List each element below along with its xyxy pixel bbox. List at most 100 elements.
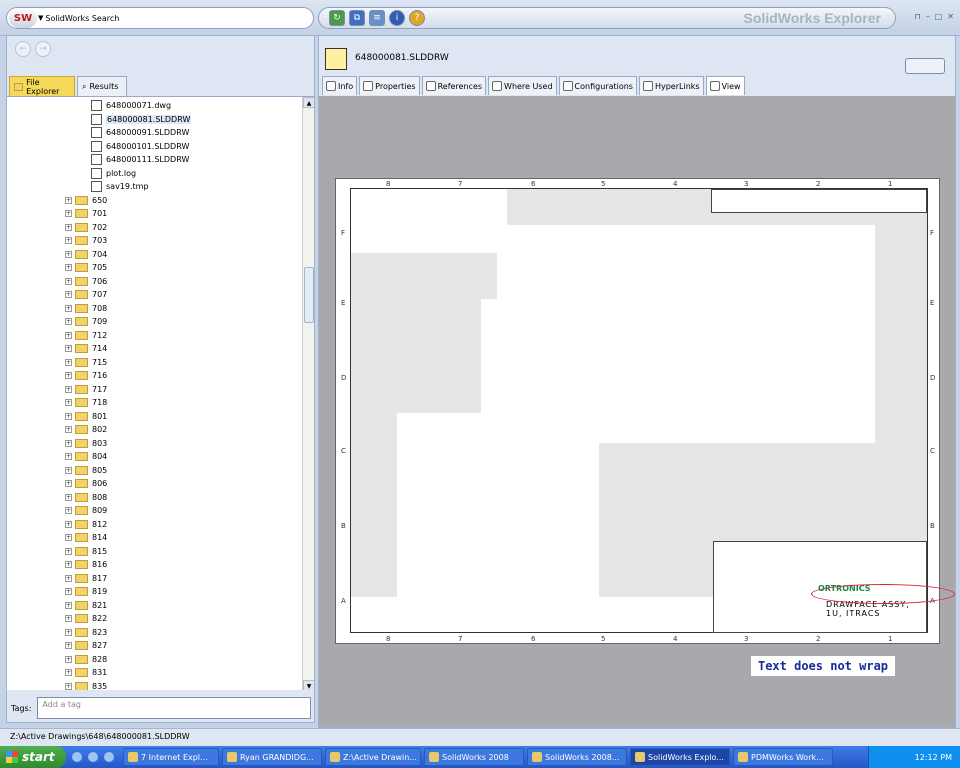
list-item[interactable]: 648000091.SLDDRW (91, 126, 189, 139)
list-item[interactable]: plot.log (91, 167, 136, 180)
taskbar-item[interactable]: SolidWorks Explo... (630, 748, 730, 766)
scroll-thumb[interactable] (304, 267, 314, 323)
list-item[interactable]: +802 (65, 423, 107, 436)
expand-icon[interactable]: + (65, 264, 72, 271)
list-item[interactable]: +819 (65, 585, 107, 598)
expand-icon[interactable]: + (65, 480, 72, 487)
tab-file-explorer[interactable]: File Explorer (9, 76, 75, 96)
scroll-down-icon[interactable]: ▼ (303, 680, 314, 690)
quicklaunch-icon[interactable] (72, 752, 82, 762)
expand-icon[interactable]: + (65, 223, 72, 231)
list-item[interactable]: +814 (65, 531, 107, 544)
expand-icon[interactable]: + (65, 385, 72, 393)
desktop-icon[interactable] (104, 752, 114, 762)
tab-references[interactable]: References (421, 76, 487, 95)
minimize-icon[interactable]: – (926, 12, 930, 21)
expand-icon[interactable]: + (65, 682, 72, 690)
solidworks-logo-icon[interactable]: SW (9, 8, 37, 28)
list-item[interactable]: +823 (65, 626, 107, 639)
list-item[interactable]: +812 (65, 518, 107, 531)
expand-icon[interactable]: + (65, 561, 72, 568)
maximize-icon[interactable]: □ (935, 12, 943, 21)
expand-icon[interactable]: + (65, 547, 72, 555)
list-item[interactable]: +712 (65, 329, 107, 342)
ie-icon[interactable] (88, 752, 98, 762)
expand-icon[interactable]: + (65, 507, 72, 514)
list-item[interactable]: +650 (65, 194, 107, 207)
list-item[interactable]: +715 (65, 356, 107, 369)
list-item[interactable]: +815 (65, 545, 107, 558)
chevron-down-icon[interactable]: ▼ (38, 14, 43, 22)
expand-icon[interactable]: + (65, 574, 72, 582)
list-item[interactable]: +801 (65, 410, 107, 423)
list-item[interactable]: +827 (65, 639, 107, 652)
expand-icon[interactable]: + (65, 628, 72, 636)
restore-icon[interactable]: ⊓ (914, 12, 920, 21)
expand-icon[interactable]: + (65, 210, 72, 217)
list-item[interactable]: +821 (65, 599, 107, 612)
expand-icon[interactable]: + (65, 588, 72, 595)
expand-icon[interactable]: + (65, 331, 72, 339)
info-icon[interactable]: i (389, 10, 405, 26)
list-item[interactable]: +828 (65, 653, 107, 666)
list-item[interactable]: +835 (65, 680, 107, 690)
start-button[interactable]: start (0, 746, 66, 768)
list-item[interactable]: 648000081.SLDDRW (91, 113, 192, 126)
expand-icon[interactable]: + (65, 250, 72, 258)
expand-icon[interactable]: + (65, 520, 72, 528)
list-item[interactable]: +716 (65, 369, 107, 382)
list-item[interactable]: 648000111.SLDDRW (91, 153, 189, 166)
list-item[interactable]: +704 (65, 248, 107, 261)
list-item[interactable]: +705 (65, 261, 107, 274)
expand-icon[interactable]: + (65, 291, 72, 298)
expand-icon[interactable]: + (65, 196, 72, 204)
expand-icon[interactable]: + (65, 439, 72, 447)
forward-icon[interactable]: → (35, 41, 51, 57)
expand-icon[interactable]: + (65, 372, 72, 379)
taskbar-item[interactable]: SolidWorks 2008 (424, 748, 524, 766)
expand-icon[interactable]: + (65, 237, 72, 244)
list-item[interactable]: +703 (65, 234, 107, 247)
tab-configurations[interactable]: Configurations (558, 76, 637, 95)
list-item[interactable]: +805 (65, 464, 107, 477)
expand-icon[interactable]: + (65, 655, 72, 663)
taskbar-item[interactable]: PDMWorks Work... (733, 748, 833, 766)
list-item[interactable]: +714 (65, 342, 107, 355)
expand-icon[interactable]: + (65, 358, 72, 366)
view-toggle-button[interactable] (905, 58, 945, 74)
expand-icon[interactable]: + (65, 304, 72, 312)
options-icon[interactable]: ≡ (369, 10, 385, 26)
expand-icon[interactable]: + (65, 615, 72, 622)
expand-icon[interactable]: + (65, 534, 72, 541)
expand-icon[interactable]: + (65, 277, 72, 285)
refresh-icon[interactable]: ↻ (329, 10, 345, 26)
list-item[interactable]: +709 (65, 315, 107, 328)
expand-icon[interactable]: + (65, 453, 72, 460)
taskbar-item[interactable]: 7 Internet Expl... (123, 748, 219, 766)
list-item[interactable]: +816 (65, 558, 107, 571)
expand-icon[interactable]: + (65, 345, 72, 352)
close-icon[interactable]: ✕ (947, 12, 954, 21)
taskbar-item[interactable]: SolidWorks 2008... (527, 748, 627, 766)
list-item[interactable]: +817 (65, 572, 107, 585)
tree-scrollbar[interactable]: ▲ ▼ (302, 97, 314, 690)
list-item[interactable]: +701 (65, 207, 107, 220)
list-item[interactable]: +808 (65, 491, 107, 504)
back-icon[interactable]: ← (15, 41, 31, 57)
tab-view[interactable]: View (705, 76, 745, 95)
expand-icon[interactable]: + (65, 412, 72, 420)
list-item[interactable]: 648000101.SLDDRW (91, 140, 189, 153)
list-item[interactable]: +706 (65, 275, 107, 288)
expand-icon[interactable]: + (65, 669, 72, 676)
taskbar-item[interactable]: Ryan GRANDIDG... (222, 748, 322, 766)
list-item[interactable]: +831 (65, 666, 107, 679)
expand-icon[interactable]: + (65, 642, 72, 649)
scroll-up-icon[interactable]: ▲ (303, 97, 314, 108)
list-item[interactable]: +804 (65, 450, 107, 463)
expand-icon[interactable]: + (65, 466, 72, 474)
list-item[interactable]: +717 (65, 383, 107, 396)
tab-properties[interactable]: Properties (359, 76, 420, 95)
expand-icon[interactable]: + (65, 426, 72, 433)
list-item[interactable]: +822 (65, 612, 107, 625)
expand-icon[interactable]: + (65, 601, 72, 609)
